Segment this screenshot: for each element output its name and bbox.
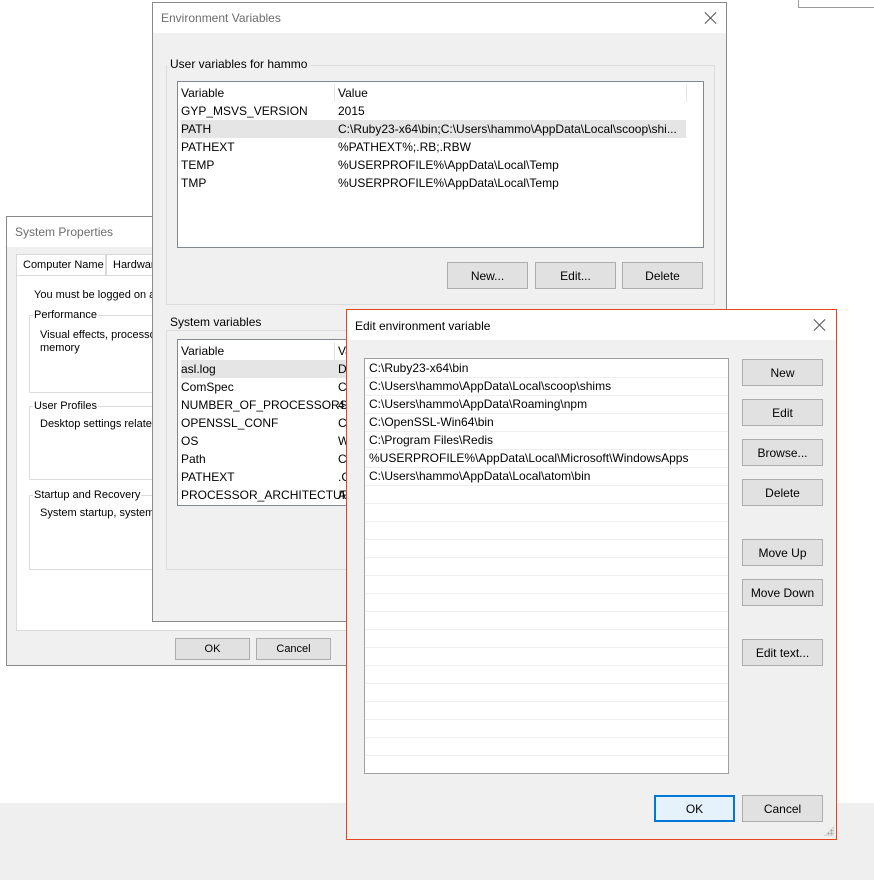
empty-path-slot[interactable]: [365, 594, 728, 612]
system-variables-label: System variables: [167, 315, 265, 329]
empty-path-slot[interactable]: [365, 648, 728, 666]
empty-path-slot[interactable]: [365, 522, 728, 540]
path-entry-text: C:\Users\hammo\AppData\Roaming\npm: [369, 397, 588, 411]
empty-path-slot[interactable]: [365, 756, 728, 773]
empty-path-slot[interactable]: [365, 630, 728, 648]
close-icon[interactable]: [703, 10, 719, 26]
column-divider: [686, 84, 687, 102]
user-profiles-label: User Profiles: [33, 400, 98, 412]
startup-recovery-label: Startup and Recovery: [33, 489, 142, 501]
empty-path-slot[interactable]: [365, 540, 728, 558]
empty-path-slot[interactable]: [365, 666, 728, 684]
column-variable[interactable]: Variable: [181, 84, 224, 102]
empty-path-slot[interactable]: [365, 684, 728, 702]
edit-environment-variable-dialog: Edit environment variable C:\Ruby23-x64\…: [346, 309, 837, 840]
path-entry[interactable]: %USERPROFILE%\AppData\Local\Microsoft\Wi…: [365, 450, 728, 468]
sys-cancel-button[interactable]: Cancel: [256, 638, 331, 660]
column-divider: [334, 84, 335, 102]
empty-path-slot[interactable]: [365, 576, 728, 594]
env-titlebar: Environment Variables: [153, 3, 726, 33]
edit-env-titlebar: Edit environment variable: [347, 310, 836, 340]
performance-text: Visual effects, processo: [40, 329, 156, 341]
empty-path-slot[interactable]: [365, 558, 728, 576]
empty-path-slot[interactable]: [365, 612, 728, 630]
column-value[interactable]: Value: [338, 84, 368, 102]
move-up-button[interactable]: Move Up: [742, 539, 823, 566]
path-entry[interactable]: C:\Program Files\Redis: [365, 432, 728, 450]
list-item-selected[interactable]: PATH C:\Ruby23-x64\bin;C:\Users\hammo\Ap…: [181, 120, 686, 138]
empty-path-slot[interactable]: [365, 486, 728, 504]
delete-entry-button[interactable]: Delete: [742, 479, 823, 506]
edit-entry-button[interactable]: Edit: [742, 399, 823, 426]
user-edit-button[interactable]: Edit...: [535, 262, 616, 289]
offscreen-window-edge: [798, 0, 874, 8]
sys-ok-button[interactable]: OK: [175, 638, 250, 660]
window-title: Edit environment variable: [355, 319, 491, 333]
list-item[interactable]: TEMP %USERPROFILE%\AppData\Local\Temp: [181, 156, 700, 174]
edit-text-button[interactable]: Edit text...: [742, 639, 823, 666]
user-profiles-text: Desktop settings related: [40, 418, 159, 430]
startup-recovery-text: System startup, system: [40, 507, 155, 519]
performance-text-2: memory: [40, 342, 80, 354]
new-entry-button[interactable]: New: [742, 359, 823, 386]
path-entry[interactable]: C:\Users\hammo\AppData\Local\scoop\shims: [365, 378, 728, 396]
logged-on-note: You must be logged on a: [34, 289, 156, 301]
tab-computer-name[interactable]: Computer Name: [16, 254, 106, 276]
column-variable[interactable]: Variable: [181, 342, 224, 360]
path-entry-text: C:\OpenSSL-Win64\bin: [369, 415, 494, 429]
user-delete-button[interactable]: Delete: [622, 262, 703, 289]
user-variables-list[interactable]: Variable Value GYP_MSVS_VERSION 2015 PAT…: [177, 81, 704, 248]
path-entry-text: C:\Users\hammo\AppData\Local\scoop\shims: [369, 379, 612, 393]
empty-path-slot[interactable]: [365, 702, 728, 720]
empty-path-slot[interactable]: [365, 720, 728, 738]
performance-label: Performance: [33, 309, 98, 321]
empty-path-slot[interactable]: [365, 504, 728, 522]
browse-button[interactable]: Browse...: [742, 439, 823, 466]
close-icon[interactable]: [812, 317, 828, 333]
list-item[interactable]: PATHEXT %PATHEXT%;.RB;.RBW: [181, 138, 700, 156]
column-divider: [334, 342, 335, 360]
resize-grip-icon[interactable]: [824, 826, 834, 836]
user-variables-label: User variables for hammo: [167, 57, 311, 71]
path-entry-text: %USERPROFILE%\AppData\Local\Microsoft\Wi…: [369, 451, 689, 465]
path-entry-text: C:\Users\hammo\AppData\Local\atom\bin: [369, 469, 591, 483]
ok-button[interactable]: OK: [654, 795, 735, 822]
path-entry-text: C:\Ruby23-x64\bin: [369, 361, 469, 375]
empty-path-slot[interactable]: [365, 738, 728, 756]
path-entry[interactable]: C:\Users\hammo\AppData\Local\atom\bin: [365, 468, 728, 486]
window-title: Environment Variables: [161, 11, 281, 25]
path-entry[interactable]: C:\OpenSSL-Win64\bin: [365, 414, 728, 432]
window-title: System Properties: [15, 225, 114, 239]
list-item[interactable]: GYP_MSVS_VERSION 2015: [181, 102, 700, 120]
path-entries-list[interactable]: C:\Ruby23-x64\bin C:\Users\hammo\AppData\…: [364, 358, 729, 774]
list-header: Variable Value: [181, 84, 700, 102]
list-item[interactable]: TMP %USERPROFILE%\AppData\Local\Temp: [181, 174, 700, 192]
user-new-button[interactable]: New...: [447, 262, 528, 289]
cancel-button[interactable]: Cancel: [742, 795, 823, 822]
path-entry[interactable]: C:\Users\hammo\AppData\Roaming\npm: [365, 396, 728, 414]
path-entry-text: C:\Program Files\Redis: [369, 433, 494, 447]
path-entry[interactable]: C:\Ruby23-x64\bin: [365, 360, 728, 378]
move-down-button[interactable]: Move Down: [742, 579, 823, 606]
